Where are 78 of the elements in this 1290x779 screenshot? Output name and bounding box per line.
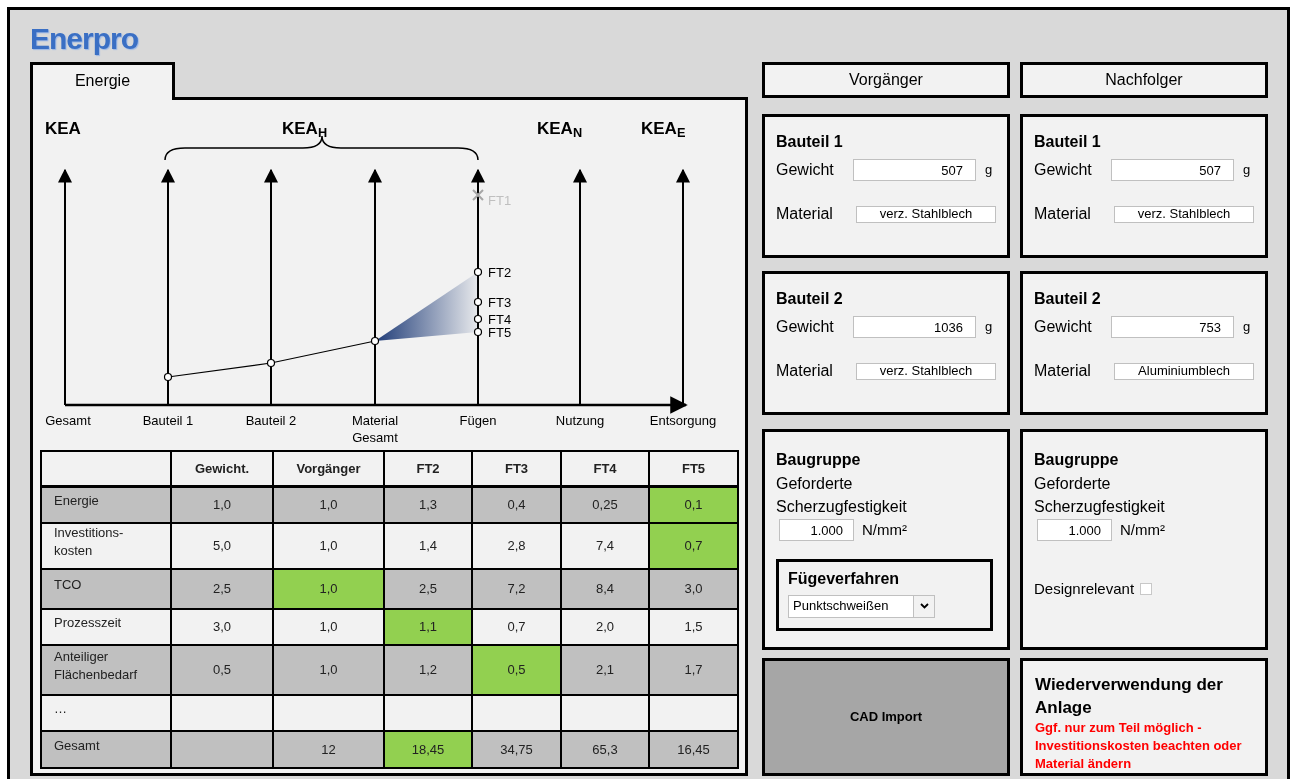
- axis-label: Gesamt: [45, 413, 91, 428]
- table-cell: 1,1: [384, 609, 472, 645]
- marker-label: FT2: [488, 265, 512, 280]
- data-point: [370, 336, 380, 346]
- unit-label: g: [1243, 318, 1251, 337]
- column-header-button[interactable]: Nachfolger: [1020, 62, 1268, 98]
- axis-label: Nutzung: [555, 413, 605, 428]
- warning-text: Ggf. nur zum Teil möglich - Investitionskosten beachten oder Material ändern: [1035, 719, 1243, 773]
- weight-field[interactable]: 507: [853, 159, 976, 181]
- weight-field[interactable]: 507: [1111, 159, 1234, 181]
- logo: Enerpro: [30, 21, 140, 57]
- column-header: FT2: [384, 451, 472, 486]
- table-cell: 65,3: [561, 731, 649, 768]
- column-header: FT3: [472, 451, 561, 486]
- material-field[interactable]: Aluminiumblech: [1114, 362, 1254, 380]
- weight-field[interactable]: 753: [1111, 316, 1234, 338]
- data-point: [163, 372, 173, 382]
- card-title: Bauteil 2: [776, 289, 844, 309]
- axis-label: Fügen: [459, 413, 497, 428]
- column-header: Gewicht.: [171, 451, 273, 486]
- table-cell: 0,5: [472, 645, 561, 695]
- chevron-down-icon: [913, 595, 934, 617]
- column-header: FT4: [561, 451, 649, 486]
- card-title: Bauteil 2: [1034, 289, 1102, 309]
- axis-heading: KEA$_{N}$: [537, 118, 583, 142]
- data-point: [266, 358, 276, 368]
- axis-label: Entsorgung: [649, 413, 717, 428]
- table-cell: 0,1: [649, 486, 738, 523]
- strength-field[interactable]: 1.000: [779, 519, 854, 542]
- axis-label: Bauteil 2: [245, 413, 297, 428]
- unit-label: N/mm²: [862, 520, 907, 540]
- field-label: Gewicht: [776, 160, 835, 180]
- checkbox[interactable]: [1140, 582, 1153, 595]
- column-header-button[interactable]: Vorgänger: [762, 62, 1010, 98]
- axis-heading: KEA: [45, 118, 81, 140]
- checkbox-label: Designrelevant: [1034, 578, 1135, 599]
- unit-label: g: [1243, 161, 1251, 180]
- card-title: Bauteil 1: [1034, 132, 1102, 152]
- row-label: Gesamt: [41, 731, 171, 768]
- field-label: Geforderte Scherzugfestigkeit: [776, 474, 908, 517]
- field-label: Gewicht: [776, 317, 835, 337]
- material-field[interactable]: verz. Stahlblech: [856, 205, 996, 223]
- table-cell: 34,75: [472, 731, 561, 768]
- unit-label: N/mm²: [1120, 520, 1165, 540]
- strength-field[interactable]: 1.000: [1037, 519, 1112, 542]
- table-cell: 18,45: [384, 731, 472, 768]
- field-label: Material: [1034, 204, 1092, 224]
- field-label: Material: [776, 204, 834, 224]
- axis-heading: KEA$_{E}$: [641, 118, 686, 142]
- weight-field[interactable]: 1036: [853, 316, 976, 338]
- axis-heading: KEA$_{H}$: [282, 118, 328, 142]
- unit-label: g: [985, 318, 993, 337]
- field-label: Gewicht: [1034, 317, 1093, 337]
- card-title: Bauteil 1: [776, 132, 844, 152]
- table-cell: 16,45: [649, 731, 738, 768]
- column-header: Vorgänger: [273, 451, 384, 486]
- note-title: Wiederverwendung der Anlage: [1035, 674, 1224, 719]
- marker-label: FT5: [488, 325, 512, 340]
- field-label: Geforderte Scherzugfestigkeit: [1034, 474, 1166, 517]
- field-label: Material: [776, 361, 834, 381]
- column-header: FT5: [649, 451, 738, 486]
- marker-label: FT3: [488, 295, 512, 310]
- cad-import-button[interactable]: CAD Import: [762, 658, 1010, 776]
- axis-label: Bauteil 1: [142, 413, 194, 428]
- card-title: Baugruppe: [776, 450, 862, 470]
- table-cell: 0,7: [649, 523, 738, 569]
- material-field[interactable]: verz. Stahlblech: [1114, 205, 1254, 223]
- unit-label: g: [985, 161, 993, 180]
- field-label: Material: [1034, 361, 1092, 381]
- card-title: Baugruppe: [1034, 450, 1120, 470]
- panel-title: Fügeverfahren: [788, 568, 901, 589]
- marker-label: FT4: [488, 312, 512, 327]
- field-label: Gewicht: [1034, 160, 1093, 180]
- joining-method-dropdown[interactable]: Punktschweißen: [788, 594, 935, 618]
- axis-label: Material Gesamt: [351, 413, 399, 445]
- table-cell: 1,0: [273, 569, 384, 609]
- tab[interactable]: Energie: [30, 62, 175, 100]
- material-field[interactable]: verz. Stahlblech: [856, 362, 996, 380]
